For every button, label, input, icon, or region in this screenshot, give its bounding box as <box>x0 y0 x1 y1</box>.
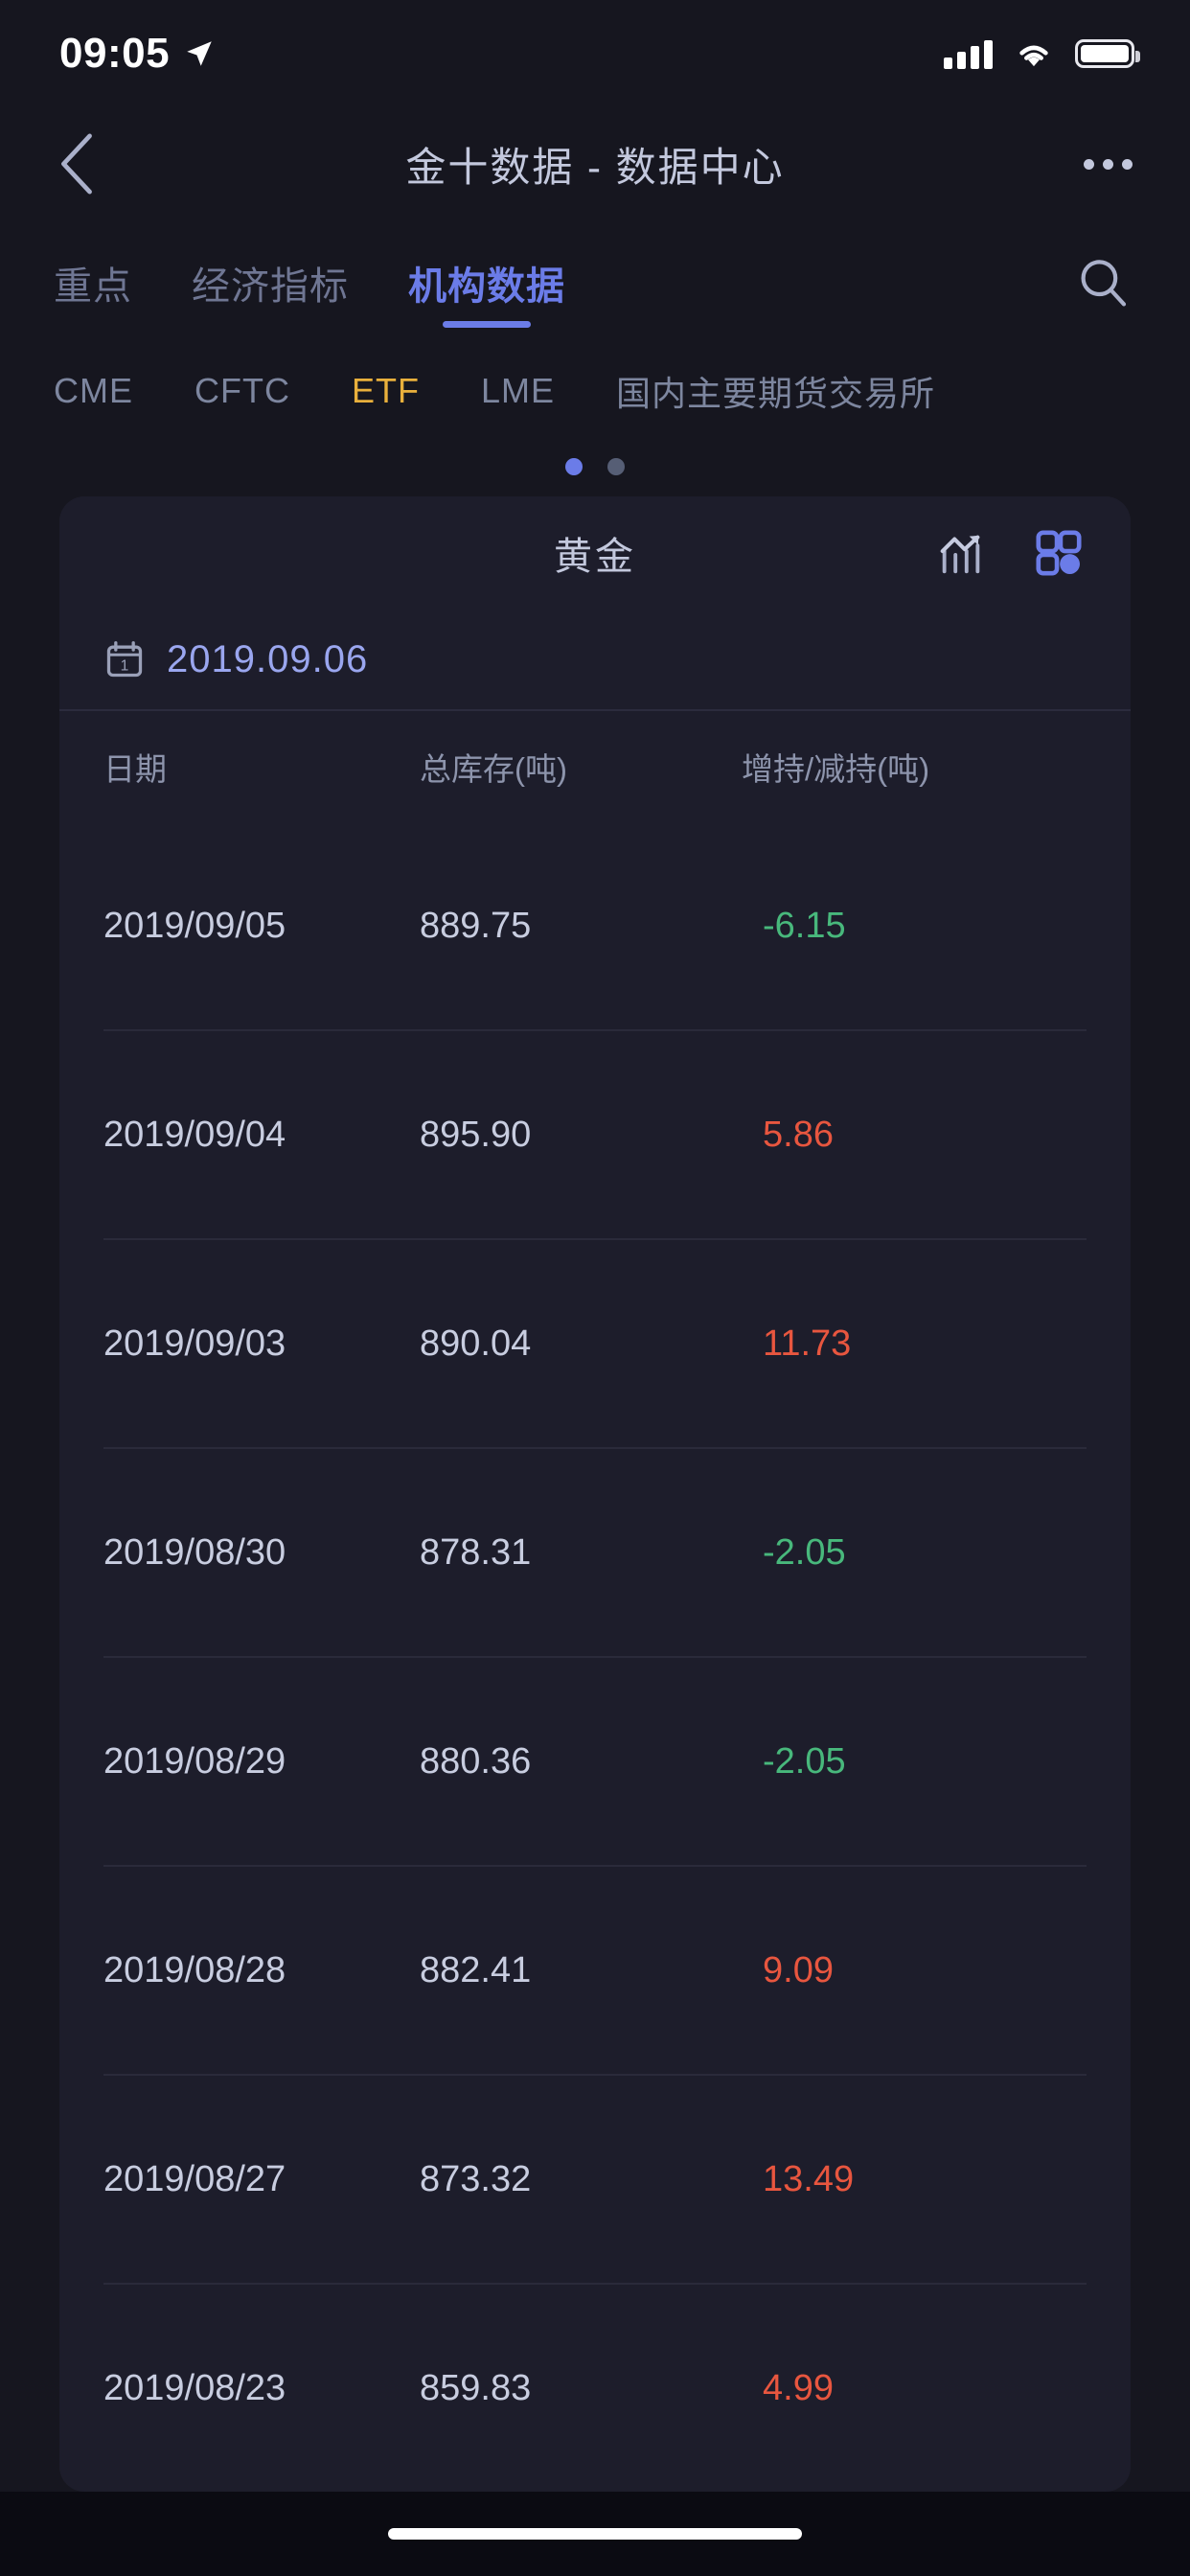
subtab-etf[interactable]: ETF <box>352 371 420 411</box>
more-horizontal-icon <box>1103 158 1113 170</box>
table-row[interactable]: 2019/09/04 895.90 5.86 <box>103 1031 1087 1240</box>
status-time: 09:05 <box>59 30 171 77</box>
subtab-cme[interactable]: CME <box>54 371 133 411</box>
navigation-bar: 金十数据 - 数据中心 <box>0 107 1190 220</box>
table-row[interactable]: 2019/08/23 859.83 4.99 <box>103 2285 1087 2492</box>
cellular-signal-icon <box>944 38 993 69</box>
subtab-lme[interactable]: LME <box>481 371 555 411</box>
tab-label: 重点 <box>54 265 132 308</box>
table-row[interactable]: 2019/08/28 882.41 9.09 <box>103 1867 1087 2076</box>
main-tab-bar: 重点 经济指标 机构数据 <box>0 220 1190 345</box>
more-options-button[interactable] <box>1065 158 1133 170</box>
cell-change: -6.15 <box>763 905 846 946</box>
cell-date: 2019/08/23 <box>103 2367 286 2408</box>
more-horizontal-icon <box>1122 158 1133 170</box>
page-dot-2[interactable] <box>607 458 625 475</box>
back-button[interactable] <box>57 130 125 197</box>
tab-jigoushuju[interactable]: 机构数据 <box>408 220 565 345</box>
date-picker[interactable]: 1 2019.09.06 <box>59 610 1131 711</box>
more-horizontal-icon <box>1084 158 1094 170</box>
battery-full-icon <box>1075 39 1140 68</box>
cell-date: 2019/08/30 <box>103 1531 286 1573</box>
chevron-left-icon <box>61 133 92 195</box>
search-icon <box>1081 260 1127 307</box>
status-bar-left: 09:05 <box>59 33 216 75</box>
subtab-domestic-futures[interactable]: 国内主要期货交易所 <box>616 366 935 416</box>
cell-change: 4.99 <box>763 2367 834 2408</box>
search-button[interactable] <box>1069 249 1136 316</box>
cell-date: 2019/08/28 <box>103 1949 286 1990</box>
cell-date: 2019/09/04 <box>103 1114 286 1155</box>
gold-etf-card: 黄金 1 2019.09.06 日期 总库存(吨) 增持/减持(吨) 2019/… <box>59 496 1131 2492</box>
etf-holdings-table: 日期 总库存(吨) 增持/减持(吨) 2019/09/05 889.75 -6.… <box>59 711 1131 2492</box>
tab-label: 经济指标 <box>192 265 349 308</box>
column-header-total: 总库存(吨) <box>420 751 567 787</box>
card-header: 黄金 <box>59 496 1131 610</box>
status-bar-right <box>944 38 1140 69</box>
cell-total: 880.36 <box>420 1740 532 1782</box>
page-title: 金十数据 - 数据中心 <box>405 144 785 190</box>
subtab-cftc[interactable]: CFTC <box>195 371 290 411</box>
tab-underline <box>443 321 531 328</box>
cell-total: 859.83 <box>420 2367 532 2408</box>
tab-jingjizhibiao[interactable]: 经济指标 <box>192 220 349 345</box>
calendar-icon: 1 <box>106 641 143 678</box>
table-header-row: 日期 总库存(吨) 增持/减持(吨) <box>103 711 1087 822</box>
column-header-change: 增持/减持(吨) <box>742 751 930 787</box>
cell-date: 2019/08/27 <box>103 2158 286 2199</box>
cell-change: -2.05 <box>763 1531 846 1573</box>
page-indicator <box>0 437 1190 496</box>
page-dot-1[interactable] <box>565 458 583 475</box>
cell-total: 890.04 <box>420 1322 532 1364</box>
tab-zhongdian[interactable]: 重点 <box>54 220 132 345</box>
cell-date: 2019/09/03 <box>103 1322 286 1364</box>
home-indicator-bar[interactable] <box>388 2528 802 2540</box>
app-screen: 09:05 金十数据 - 数据中心 重点 经济指标 机构数据 CME CFTC … <box>0 0 1190 2576</box>
cell-date: 2019/09/05 <box>103 905 286 946</box>
table-body: 2019/09/05 889.75 -6.15 2019/09/04 895.9… <box>103 822 1087 2492</box>
cell-total: 878.31 <box>420 1531 532 1573</box>
wifi-icon <box>1019 45 1048 67</box>
selected-date: 2019.09.06 <box>167 637 369 680</box>
cell-total: 895.90 <box>420 1114 532 1155</box>
cell-change: 9.09 <box>763 1949 834 1990</box>
svg-text:1: 1 <box>121 658 129 675</box>
table-row[interactable]: 2019/09/03 890.04 11.73 <box>103 1240 1087 1449</box>
cell-change: -2.05 <box>763 1740 846 1782</box>
cell-change: 11.73 <box>763 1322 852 1364</box>
cell-change: 13.49 <box>763 2158 855 2199</box>
status-bar: 09:05 <box>0 0 1190 107</box>
cell-date: 2019/08/29 <box>103 1740 286 1782</box>
table-row[interactable]: 2019/08/29 880.36 -2.05 <box>103 1658 1087 1867</box>
table-row[interactable]: 2019/09/05 889.75 -6.15 <box>103 822 1087 1031</box>
card-container: 黄金 1 2019.09.06 日期 总库存(吨) 增持/减持(吨) 2019/… <box>0 496 1190 2492</box>
table-row[interactable]: 2019/08/30 878.31 -2.05 <box>103 1449 1087 1658</box>
tab-label: 机构数据 <box>408 265 565 308</box>
card-title: 黄金 <box>554 536 636 578</box>
column-header-date: 日期 <box>103 751 167 787</box>
sub-tab-bar: CME CFTC ETF LME 国内主要期货交易所 <box>0 345 1190 437</box>
table-row[interactable]: 2019/08/27 873.32 13.49 <box>103 2076 1087 2285</box>
cell-total: 882.41 <box>420 1949 532 1990</box>
cell-change: 5.86 <box>763 1114 834 1155</box>
cell-total: 873.32 <box>420 2158 532 2199</box>
cell-total: 889.75 <box>420 905 532 946</box>
location-arrow-icon <box>187 41 212 66</box>
home-indicator-area <box>0 2492 1190 2576</box>
